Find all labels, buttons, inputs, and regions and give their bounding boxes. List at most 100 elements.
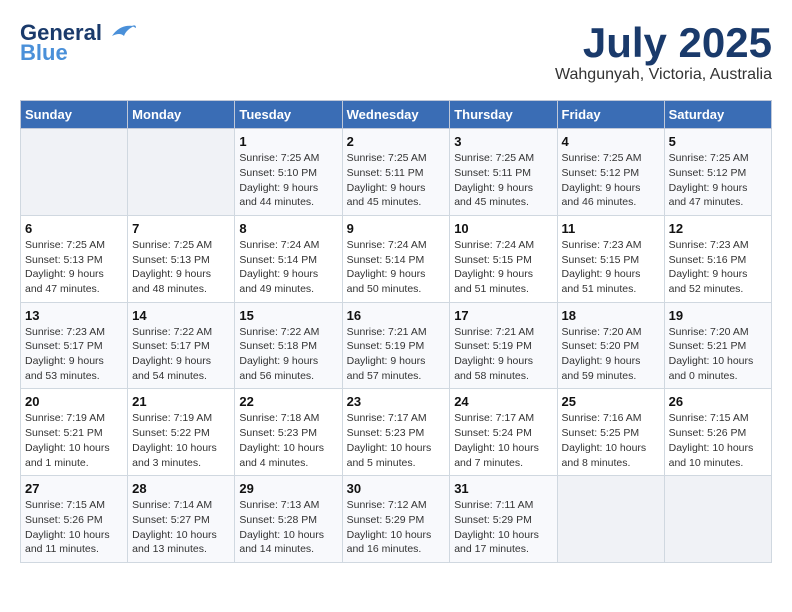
day-number: 28	[132, 481, 230, 496]
weekday-header-sunday: Sunday	[21, 101, 128, 129]
day-detail: Sunrise: 7:22 AMSunset: 5:17 PMDaylight:…	[132, 325, 230, 384]
day-number: 8	[239, 221, 337, 236]
calendar-cell: 9Sunrise: 7:24 AMSunset: 5:14 PMDaylight…	[342, 215, 450, 302]
day-detail: Sunrise: 7:21 AMSunset: 5:19 PMDaylight:…	[347, 325, 446, 384]
day-detail: Sunrise: 7:25 AMSunset: 5:12 PMDaylight:…	[669, 151, 767, 210]
day-detail: Sunrise: 7:17 AMSunset: 5:23 PMDaylight:…	[347, 411, 446, 470]
day-number: 5	[669, 134, 767, 149]
calendar-cell: 7 Sunrise: 7:25 AMSunset: 5:13 PMDaylight…	[128, 215, 235, 302]
day-detail: Sunrise: 7:16 AMSunset: 5:25 PMDaylight:…	[562, 411, 660, 470]
page-header: General Blue July 2025 Wahgunyah, Victor…	[20, 20, 772, 84]
calendar-cell: 6 Sunrise: 7:25 AMSunset: 5:13 PMDaylight…	[21, 215, 128, 302]
day-detail: Sunrise: 7:11 AMSunset: 5:29 PMDaylight:…	[454, 498, 552, 557]
calendar-cell: 2 Sunrise: 7:25 AMSunset: 5:11 PMDaylight…	[342, 129, 450, 216]
calendar-cell: 22Sunrise: 7:18 AMSunset: 5:23 PMDayligh…	[235, 389, 342, 476]
calendar-cell	[664, 476, 771, 563]
day-detail: Sunrise: 7:25 AMSunset: 5:11 PMDaylight:…	[347, 151, 446, 210]
calendar-week-3: 13Sunrise: 7:23 AMSunset: 5:17 PMDayligh…	[21, 302, 772, 389]
day-detail: Sunrise: 7:20 AMSunset: 5:20 PMDaylight:…	[562, 325, 660, 384]
day-detail: Sunrise: 7:24 AMSunset: 5:14 PMDaylight:…	[239, 238, 337, 297]
day-number: 3	[454, 134, 552, 149]
weekday-header-monday: Monday	[128, 101, 235, 129]
logo-bird-icon	[104, 22, 136, 44]
day-number: 2	[347, 134, 446, 149]
day-number: 22	[239, 394, 337, 409]
day-detail: Sunrise: 7:13 AMSunset: 5:28 PMDaylight:…	[239, 498, 337, 557]
calendar-cell: 11Sunrise: 7:23 AMSunset: 5:15 PMDayligh…	[557, 215, 664, 302]
calendar-cell: 25 Sunrise: 7:16 AMSunset: 5:25 PMDayligh…	[557, 389, 664, 476]
day-number: 24	[454, 394, 552, 409]
day-detail: Sunrise: 7:19 AMSunset: 5:21 PMDaylight:…	[25, 411, 123, 470]
day-detail: Sunrise: 7:23 AMSunset: 5:17 PMDaylight:…	[25, 325, 123, 384]
calendar-cell: 29 Sunrise: 7:13 AMSunset: 5:28 PMDayligh…	[235, 476, 342, 563]
day-number: 4	[562, 134, 660, 149]
calendar-cell: 23 Sunrise: 7:17 AMSunset: 5:23 PMDayligh…	[342, 389, 450, 476]
day-number: 31	[454, 481, 552, 496]
calendar-cell: 18Sunrise: 7:20 AMSunset: 5:20 PMDayligh…	[557, 302, 664, 389]
calendar-cell	[128, 129, 235, 216]
day-number: 17	[454, 308, 552, 323]
day-detail: Sunrise: 7:17 AMSunset: 5:24 PMDaylight:…	[454, 411, 552, 470]
weekday-header-thursday: Thursday	[450, 101, 557, 129]
day-number: 19	[669, 308, 767, 323]
day-number: 7	[132, 221, 230, 236]
day-detail: Sunrise: 7:21 AMSunset: 5:19 PMDaylight:…	[454, 325, 552, 384]
day-number: 26	[669, 394, 767, 409]
day-number: 16	[347, 308, 446, 323]
logo-blue: Blue	[20, 40, 68, 66]
day-number: 10	[454, 221, 552, 236]
day-detail: Sunrise: 7:25 AMSunset: 5:11 PMDaylight:…	[454, 151, 552, 210]
day-number: 14	[132, 308, 230, 323]
calendar-cell: 31 Sunrise: 7:11 AMSunset: 5:29 PMDayligh…	[450, 476, 557, 563]
calendar-week-2: 6 Sunrise: 7:25 AMSunset: 5:13 PMDaylight…	[21, 215, 772, 302]
calendar-cell: 19Sunrise: 7:20 AMSunset: 5:21 PMDayligh…	[664, 302, 771, 389]
day-detail: Sunrise: 7:24 AMSunset: 5:15 PMDaylight:…	[454, 238, 552, 297]
logo: General Blue	[20, 20, 136, 66]
calendar-week-1: 1 Sunrise: 7:25 AMSunset: 5:10 PMDaylight…	[21, 129, 772, 216]
day-number: 27	[25, 481, 123, 496]
day-number: 6	[25, 221, 123, 236]
day-number: 20	[25, 394, 123, 409]
calendar-cell: 17 Sunrise: 7:21 AMSunset: 5:19 PMDayligh…	[450, 302, 557, 389]
weekday-header-row: SundayMondayTuesdayWednesdayThursdayFrid…	[21, 101, 772, 129]
calendar-cell: 20 Sunrise: 7:19 AMSunset: 5:21 PMDayligh…	[21, 389, 128, 476]
day-detail: Sunrise: 7:25 AMSunset: 5:10 PMDaylight:…	[239, 151, 337, 210]
calendar-cell: 4Sunrise: 7:25 AMSunset: 5:12 PMDaylight…	[557, 129, 664, 216]
weekday-header-tuesday: Tuesday	[235, 101, 342, 129]
day-detail: Sunrise: 7:12 AMSunset: 5:29 PMDaylight:…	[347, 498, 446, 557]
day-number: 9	[347, 221, 446, 236]
calendar-cell: 21Sunrise: 7:19 AMSunset: 5:22 PMDayligh…	[128, 389, 235, 476]
calendar-cell: 24 Sunrise: 7:17 AMSunset: 5:24 PMDayligh…	[450, 389, 557, 476]
calendar-table: SundayMondayTuesdayWednesdayThursdayFrid…	[20, 100, 772, 563]
calendar-cell: 28 Sunrise: 7:14 AMSunset: 5:27 PMDayligh…	[128, 476, 235, 563]
calendar-cell: 30 Sunrise: 7:12 AMSunset: 5:29 PMDayligh…	[342, 476, 450, 563]
month-year-title: July 2025	[555, 20, 772, 66]
calendar-cell: 12Sunrise: 7:23 AMSunset: 5:16 PMDayligh…	[664, 215, 771, 302]
day-number: 23	[347, 394, 446, 409]
weekday-header-saturday: Saturday	[664, 101, 771, 129]
calendar-cell	[557, 476, 664, 563]
day-number: 30	[347, 481, 446, 496]
calendar-cell	[21, 129, 128, 216]
calendar-cell: 16 Sunrise: 7:21 AMSunset: 5:19 PMDayligh…	[342, 302, 450, 389]
calendar-cell: 8 Sunrise: 7:24 AMSunset: 5:14 PMDaylight…	[235, 215, 342, 302]
day-number: 21	[132, 394, 230, 409]
day-number: 25	[562, 394, 660, 409]
day-number: 15	[239, 308, 337, 323]
calendar-cell: 10 Sunrise: 7:24 AMSunset: 5:15 PMDayligh…	[450, 215, 557, 302]
day-detail: Sunrise: 7:14 AMSunset: 5:27 PMDaylight:…	[132, 498, 230, 557]
calendar-week-5: 27 Sunrise: 7:15 AMSunset: 5:26 PMDayligh…	[21, 476, 772, 563]
day-detail: Sunrise: 7:15 AMSunset: 5:26 PMDaylight:…	[669, 411, 767, 470]
calendar-cell: 14 Sunrise: 7:22 AMSunset: 5:17 PMDayligh…	[128, 302, 235, 389]
calendar-cell: 3 Sunrise: 7:25 AMSunset: 5:11 PMDaylight…	[450, 129, 557, 216]
day-number: 1	[239, 134, 337, 149]
day-detail: Sunrise: 7:25 AMSunset: 5:13 PMDaylight:…	[132, 238, 230, 297]
calendar-cell: 5 Sunrise: 7:25 AMSunset: 5:12 PMDaylight…	[664, 129, 771, 216]
day-number: 29	[239, 481, 337, 496]
weekday-header-wednesday: Wednesday	[342, 101, 450, 129]
calendar-cell: 27 Sunrise: 7:15 AMSunset: 5:26 PMDayligh…	[21, 476, 128, 563]
day-detail: Sunrise: 7:25 AMSunset: 5:13 PMDaylight:…	[25, 238, 123, 297]
location-subtitle: Wahgunyah, Victoria, Australia	[555, 66, 772, 84]
day-detail: Sunrise: 7:23 AMSunset: 5:15 PMDaylight:…	[562, 238, 660, 297]
day-detail: Sunrise: 7:15 AMSunset: 5:26 PMDaylight:…	[25, 498, 123, 557]
